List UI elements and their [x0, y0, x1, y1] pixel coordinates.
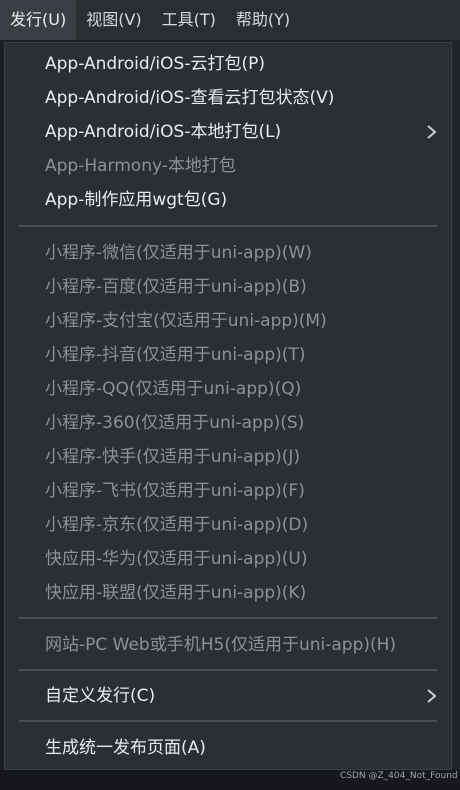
menu-item-app-cloud-pack-status[interactable]: App-Android/iOS-查看云打包状态(V)	[5, 81, 451, 115]
menu-item-web-h5[interactable]: 网站-PC Web或手机H5(仅适用于uni-app)(H)	[5, 628, 451, 662]
menu-item-custom-publish[interactable]: 自定义发行(C)	[5, 679, 451, 713]
menu-tools[interactable]: 工具(T)	[152, 0, 226, 40]
menu-item-quickapp-huawei[interactable]: 快应用-华为(仅适用于uni-app)(U)	[5, 542, 451, 576]
menu-item-app-local-pack[interactable]: App-Android/iOS-本地打包(L)	[5, 115, 451, 149]
menu-item-mp-feishu[interactable]: 小程序-飞书(仅适用于uni-app)(F)	[5, 474, 451, 508]
menu-item-mp-jd[interactable]: 小程序-京东(仅适用于uni-app)(D)	[5, 508, 451, 542]
menu-item-mp-kuaishou[interactable]: 小程序-快手(仅适用于uni-app)(J)	[5, 440, 451, 474]
menu-item-mp-weixin[interactable]: 小程序-微信(仅适用于uni-app)(W)	[5, 236, 451, 270]
menu-separator	[19, 617, 437, 619]
menu-separator	[19, 669, 437, 671]
menu-item-mp-alipay[interactable]: 小程序-支付宝(仅适用于uni-app)(M)	[5, 304, 451, 338]
publish-dropdown-menu: App-Android/iOS-云打包(P) App-Android/iOS-查…	[4, 42, 452, 770]
menu-publish[interactable]: 发行(U)	[0, 0, 77, 40]
menu-item-quickapp-union[interactable]: 快应用-联盟(仅适用于uni-app)(K)	[5, 576, 451, 610]
menu-item-generate-publish-page[interactable]: 生成统一发布页面(A)	[5, 731, 451, 765]
menu-item-mp-douyin[interactable]: 小程序-抖音(仅适用于uni-app)(T)	[5, 338, 451, 372]
background-editor-strip	[452, 40, 460, 790]
menu-bar: 发行(U) 视图(V) 工具(T) 帮助(Y)	[0, 0, 460, 40]
menu-separator	[19, 225, 437, 227]
chevron-right-icon	[427, 689, 437, 703]
menu-separator	[19, 720, 437, 722]
menu-item-harmony-local-pack[interactable]: App-Harmony-本地打包	[5, 149, 451, 183]
watermark-text: CSDN @Z_404_Not_Found	[340, 771, 458, 781]
menu-help[interactable]: 帮助(Y)	[226, 0, 300, 40]
menu-item-wgt-pack[interactable]: App-制作应用wgt包(G)	[5, 183, 451, 217]
menu-item-mp-360[interactable]: 小程序-360(仅适用于uni-app)(S)	[5, 406, 451, 440]
menu-item-label: 自定义发行(C)	[45, 686, 156, 706]
menu-view[interactable]: 视图(V)	[76, 0, 151, 40]
menu-item-mp-qq[interactable]: 小程序-QQ(仅适用于uni-app)(Q)	[5, 372, 451, 406]
chevron-right-icon	[427, 125, 437, 139]
menu-item-app-cloud-pack[interactable]: App-Android/iOS-云打包(P)	[5, 47, 451, 81]
menu-item-label: App-Android/iOS-本地打包(L)	[45, 122, 282, 142]
menu-item-mp-baidu[interactable]: 小程序-百度(仅适用于uni-app)(B)	[5, 270, 451, 304]
